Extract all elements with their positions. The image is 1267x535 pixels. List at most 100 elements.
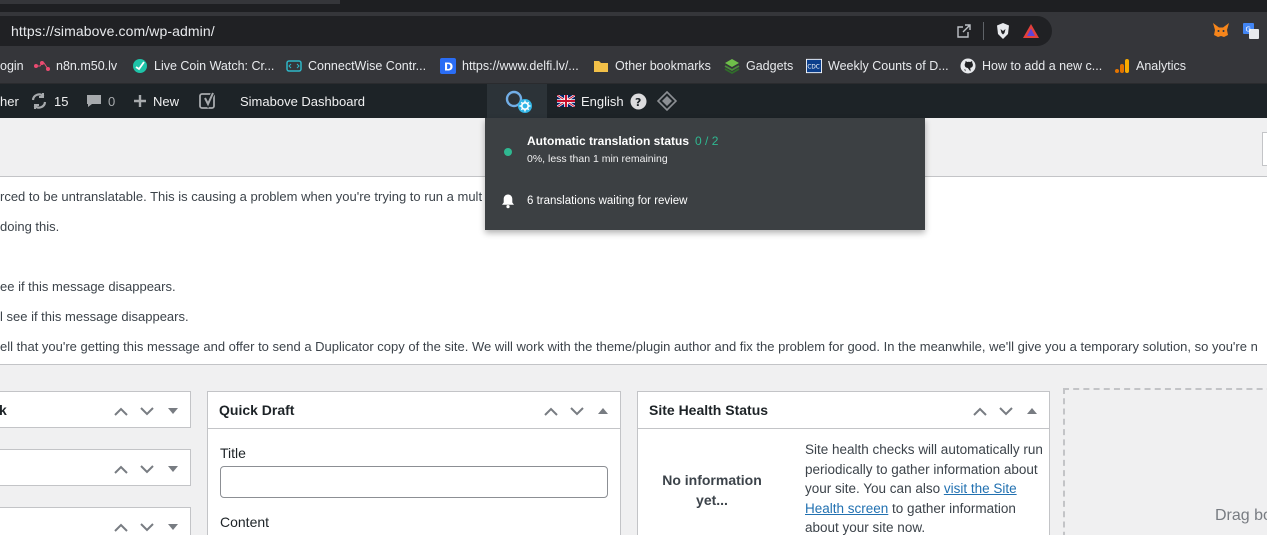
content-label: Content (220, 514, 270, 530)
delfi-icon: D (440, 58, 456, 74)
comment-bubble-icon (86, 93, 102, 109)
chevron-up-icon[interactable] (112, 402, 130, 420)
quick-draft-title: Quick Draft (219, 402, 295, 418)
bookmark-gadgets[interactable]: Gadgets (724, 57, 793, 75)
browser-toolbar: https://simabove.com/wp-admin/ G (0, 12, 1267, 48)
translation-status-title[interactable]: Automatic translation status 0 / 2 (527, 134, 718, 148)
no-info-line1: No information (662, 472, 762, 488)
yoast-icon (199, 91, 219, 111)
plus-icon (133, 94, 147, 108)
bookmark-analytics[interactable]: Analytics (1114, 57, 1186, 75)
caret-up-icon[interactable] (594, 402, 612, 420)
translations-review-link[interactable]: 6 translations waiting for review (527, 195, 687, 207)
chevron-down-icon[interactable] (997, 402, 1015, 420)
folder-icon (593, 58, 609, 74)
svg-text:CDC: CDC (807, 65, 820, 71)
no-info-line2: yet... (696, 492, 728, 508)
analytics-icon (1114, 58, 1130, 74)
diamond-menu[interactable] (657, 84, 677, 118)
left-widget-3 (0, 507, 191, 535)
bookmark-login[interactable]: ogin (0, 57, 24, 75)
bookmark-cdc[interactable]: CDC Weekly Counts of D... (806, 57, 949, 75)
bookmark-other[interactable]: Other bookmarks (593, 57, 711, 75)
help-icon[interactable]: ? (630, 93, 647, 110)
widget-title: k (0, 402, 7, 418)
widget-header: Quick Draft (208, 392, 620, 429)
bell-icon (500, 193, 516, 209)
livecoinwatch-icon (132, 58, 148, 74)
bookmark-label: n8n.m50.lv (56, 59, 118, 73)
brave-shield-icon[interactable] (994, 22, 1012, 40)
updates-menu[interactable]: 15 (30, 84, 68, 118)
notice-line: ee if this message disappears. (0, 279, 176, 294)
n8n-icon (34, 58, 50, 74)
chevron-down-icon[interactable] (138, 518, 156, 535)
chevron-up-icon[interactable] (971, 402, 989, 420)
chevron-down-icon[interactable] (138, 402, 156, 420)
bookmark-label: Analytics (1136, 59, 1187, 73)
new-content-menu[interactable]: New (133, 84, 179, 118)
caret-down-icon[interactable] (164, 518, 182, 535)
bookmark-label: Gadgets (746, 59, 794, 73)
language-switcher[interactable]: English ? (557, 84, 647, 118)
svg-text:?: ? (635, 96, 641, 109)
bookmark-label: Other bookmarks (615, 59, 711, 73)
chevron-up-icon[interactable] (542, 402, 560, 420)
caret-down-icon[interactable] (164, 460, 182, 478)
bookmark-n8n[interactable]: n8n.m50.lv (34, 57, 117, 75)
chevron-up-icon[interactable] (112, 518, 130, 535)
site-name-menu[interactable]: her (0, 84, 19, 118)
notice-line: l see if this message disappears. (0, 309, 189, 324)
chevron-up-icon[interactable] (112, 460, 130, 478)
caret-down-icon[interactable] (164, 402, 182, 420)
notice-line: rced to be untranslatable. This is causi… (0, 189, 483, 204)
share-icon[interactable] (955, 22, 973, 40)
cdc-icon: CDC (806, 58, 822, 74)
brave-rewards-icon[interactable] (1022, 22, 1040, 40)
wpml-translation-icon (497, 87, 537, 115)
bookmark-label: https://www.delfi.lv/... (462, 59, 579, 73)
bookmark-label: ogin (0, 59, 24, 73)
chevron-down-icon[interactable] (138, 460, 156, 478)
notice-line: ell that you're getting this message and… (0, 339, 1258, 354)
dashboard-label: Simabove Dashboard (240, 93, 366, 109)
translate-extension-icon[interactable]: G (1242, 22, 1260, 45)
new-label: New (153, 93, 180, 109)
comments-menu[interactable]: 0 (86, 84, 115, 118)
url-text[interactable]: https://simabove.com/wp-admin/ (11, 23, 215, 39)
bookmark-github[interactable]: How to add a new c... (960, 57, 1102, 75)
simabove-dashboard-menu[interactable]: Simabove Dashboard (240, 84, 365, 118)
language-label: English (581, 93, 624, 109)
github-icon (960, 58, 976, 74)
address-bar[interactable]: https://simabove.com/wp-admin/ (0, 16, 1052, 46)
chevron-down-icon[interactable] (568, 402, 586, 420)
caret-up-icon[interactable] (1023, 402, 1041, 420)
drag-boxes-label: Drag bo (1215, 507, 1267, 524)
connectwise-icon (286, 58, 302, 74)
yoast-menu[interactable] (199, 84, 219, 118)
widget-controls (542, 402, 612, 420)
status-count: 0 / 2 (695, 134, 719, 148)
wpml-translation-menu[interactable] (487, 84, 547, 118)
comments-count: 0 (108, 93, 116, 109)
bookmark-delfi[interactable]: D https://www.delfi.lv/... (440, 57, 579, 75)
svg-text:D: D (444, 61, 453, 74)
left-widget-1: k (0, 391, 191, 428)
bookmark-label: Live Coin Watch: Cr... (154, 59, 275, 73)
svg-text:G: G (1246, 26, 1251, 34)
widget-controls (971, 402, 1041, 420)
status-title-text: Automatic translation status (527, 134, 690, 148)
metamask-icon[interactable] (1212, 22, 1230, 45)
site-health-widget: Site Health Status No information yet...… (637, 391, 1050, 535)
notice-line: doing this. (0, 219, 60, 234)
draft-title-input[interactable] (220, 466, 608, 498)
bookmark-livecoinwatch[interactable]: Live Coin Watch: Cr... (132, 57, 274, 75)
screen-options-tab[interactable] (1262, 132, 1267, 166)
translation-status-dropdown: Automatic translation status 0 / 2 0%, le… (485, 118, 925, 230)
bookmark-connectwise[interactable]: ConnectWise Contr... (286, 57, 426, 75)
updates-count: 15 (54, 93, 69, 109)
active-tab-edge[interactable] (0, 0, 340, 4)
address-bar-icons (955, 22, 1040, 40)
bookmark-label: Weekly Counts of D... (828, 59, 949, 73)
site-health-description: Site health checks will automatically ru… (805, 440, 1045, 535)
